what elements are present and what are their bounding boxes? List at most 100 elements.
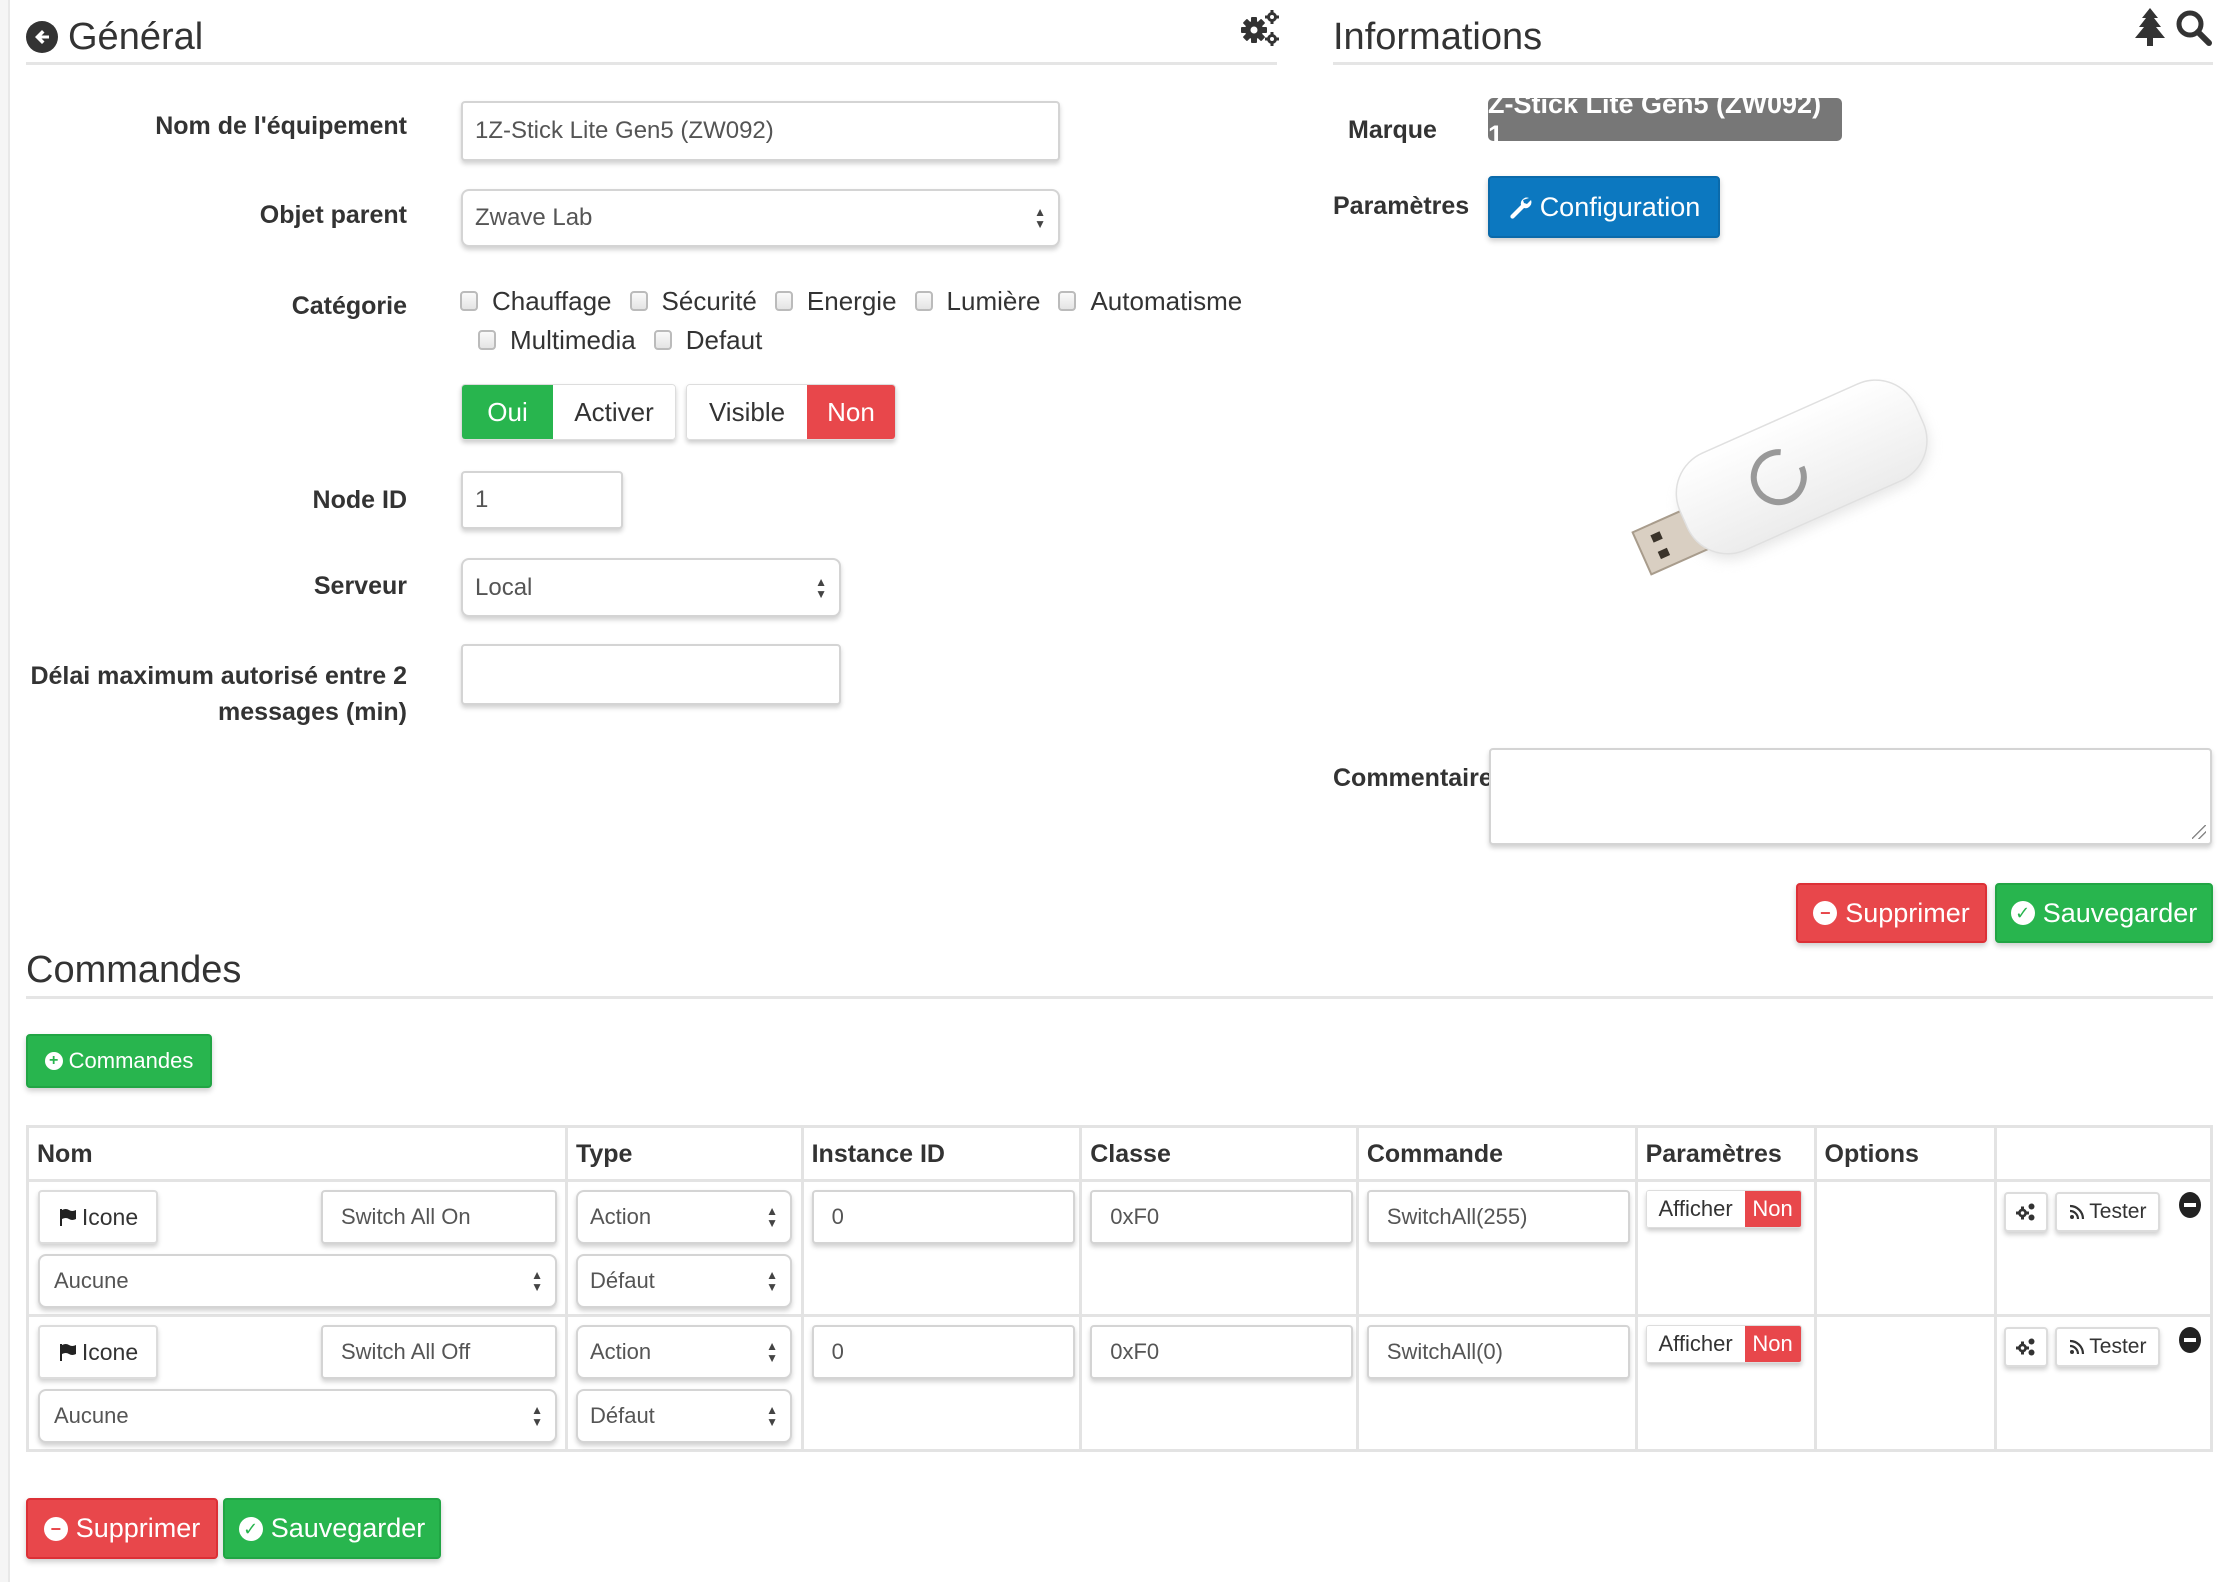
column-header-commande: Commande xyxy=(1355,1125,1638,1182)
instance-id-input[interactable]: 0 xyxy=(811,1325,1075,1379)
general-section-title: Général xyxy=(26,12,203,62)
icon-button[interactable]: Icone xyxy=(38,1325,158,1379)
category-multimedia[interactable]: Multimedia xyxy=(478,325,636,356)
equipment-name-input[interactable]: 1Z-Stick Lite Gen5 (ZW092) xyxy=(461,101,1060,161)
category-label: Catégorie xyxy=(291,292,407,320)
flag-icon xyxy=(58,1207,78,1227)
brand-label: Marque xyxy=(1348,116,1437,144)
type-select[interactable]: Action ▲ ▼ xyxy=(575,1190,792,1244)
subtype-select[interactable]: Défaut ▲ ▼ xyxy=(575,1389,792,1443)
node-id-input[interactable]: 1 xyxy=(461,471,623,529)
category-securite[interactable]: Sécurité xyxy=(629,286,757,317)
select-arrows-icon: ▲ ▼ xyxy=(766,1339,778,1365)
cell-classe: 0xF0 xyxy=(1079,1314,1359,1452)
category-chauffage[interactable]: Chauffage xyxy=(460,286,612,317)
advanced-config-button[interactable] xyxy=(2004,1192,2049,1232)
show-toggle[interactable]: Afficher Non xyxy=(1645,1325,1802,1363)
general-title-text: Général xyxy=(68,15,204,58)
enable-label[interactable]: Activer xyxy=(553,385,675,439)
column-header-nom: Nom xyxy=(26,1125,568,1182)
checkbox[interactable] xyxy=(629,291,648,311)
cell-actions: Tester xyxy=(1994,1314,2213,1452)
search-icon[interactable] xyxy=(2176,10,2212,51)
cell-type: Action ▲ ▼ Défaut ▲ ▼ xyxy=(564,1179,804,1317)
info-delete-button[interactable]: − Supprimer xyxy=(1796,883,1987,943)
configuration-button[interactable]: Configuration xyxy=(1488,176,1720,238)
category-defaut[interactable]: Defaut xyxy=(653,325,762,356)
max-delay-input[interactable] xyxy=(461,644,841,705)
arrow-circle-left-icon[interactable] xyxy=(26,21,58,53)
remove-command-icon[interactable] xyxy=(2179,1192,2202,1218)
check-circle-icon: ✓ xyxy=(2010,901,2035,925)
checkbox[interactable] xyxy=(1058,291,1077,311)
column-header-options: Options xyxy=(1813,1125,1998,1182)
category-automatisme[interactable]: Automatisme xyxy=(1058,286,1242,317)
select-arrows-icon: ▲ ▼ xyxy=(766,1268,778,1294)
device-image xyxy=(1580,355,1970,585)
column-header-actions xyxy=(1994,1125,2213,1182)
enable-state[interactable]: Oui xyxy=(462,385,553,439)
class-input[interactable]: 0xF0 xyxy=(1090,1325,1354,1379)
parent-object-value: Zwave Lab xyxy=(475,204,593,231)
cell-parametres: Afficher Non xyxy=(1634,1179,1817,1317)
checkbox[interactable] xyxy=(653,330,672,350)
resize-handle-icon[interactable] xyxy=(2192,825,2206,839)
commands-title-divider xyxy=(26,996,2213,999)
commands-save-button[interactable]: ✓ Sauvegarder xyxy=(223,1498,441,1559)
test-button[interactable]: Tester xyxy=(2055,1192,2161,1232)
subtype-select[interactable]: Défaut ▲ ▼ xyxy=(575,1254,792,1308)
category-lumiere[interactable]: Lumière xyxy=(914,286,1040,317)
cell-instance-id: 0 xyxy=(800,1179,1083,1317)
tree-icon[interactable] xyxy=(2135,8,2165,51)
checkbox[interactable] xyxy=(914,291,933,311)
command-name-input[interactable]: Switch All Off xyxy=(321,1325,557,1379)
select-arrows-icon: ▲ ▼ xyxy=(531,1403,543,1429)
visible-toggle[interactable]: Visible Non xyxy=(686,384,896,440)
column-header-classe: Classe xyxy=(1079,1125,1359,1182)
enable-toggle[interactable]: Oui Activer xyxy=(461,384,676,440)
remove-command-icon[interactable] xyxy=(2179,1327,2202,1353)
flag-icon xyxy=(58,1342,78,1362)
comment-textarea[interactable] xyxy=(1489,748,2212,845)
show-toggle[interactable]: Afficher Non xyxy=(1645,1190,1802,1228)
equipment-name-label: Nom de l'équipement xyxy=(155,112,407,140)
category-energie[interactable]: Energie xyxy=(774,286,897,317)
server-value: Local xyxy=(475,573,533,601)
add-command-button[interactable]: + Commandes xyxy=(26,1034,212,1088)
cell-actions: Tester xyxy=(1994,1179,2213,1317)
cell-commande: SwitchAll(0) xyxy=(1355,1314,1638,1452)
select-arrows-icon: ▲ ▼ xyxy=(531,1268,543,1294)
command-input[interactable]: SwitchAll(0) xyxy=(1366,1325,1630,1379)
test-button[interactable]: Tester xyxy=(2055,1327,2161,1367)
linked-info-select[interactable]: Aucune ▲ ▼ xyxy=(38,1254,557,1308)
parent-object-select[interactable]: Zwave Lab ▲ ▼ xyxy=(461,189,1060,247)
select-arrows-icon: ▲ ▼ xyxy=(766,1403,778,1429)
node-id-label: Node ID xyxy=(312,486,407,514)
column-header-instance-id: Instance ID xyxy=(800,1125,1083,1182)
commands-table: Nom Type Instance ID Classe Commande Par… xyxy=(26,1125,2213,1452)
instance-id-input[interactable]: 0 xyxy=(811,1190,1075,1244)
linked-info-select[interactable]: Aucune ▲ ▼ xyxy=(38,1389,557,1443)
command-name-input[interactable]: Switch All On xyxy=(321,1190,557,1244)
cell-classe: 0xF0 xyxy=(1079,1179,1359,1317)
advanced-config-button[interactable] xyxy=(2004,1327,2049,1367)
gears-icon[interactable] xyxy=(1240,8,1282,53)
server-select[interactable]: Local ▲ ▼ xyxy=(461,558,841,617)
checkbox[interactable] xyxy=(478,330,496,350)
server-label: Serveur xyxy=(313,572,407,600)
icon-button[interactable]: Icone xyxy=(38,1190,158,1244)
table-row: Icone Switch All On Aucune ▲ ▼ Action ▲ ▼ … xyxy=(26,1179,2213,1317)
info-save-button[interactable]: ✓ Sauvegarder xyxy=(1995,883,2213,943)
type-select[interactable]: Action ▲ ▼ xyxy=(575,1325,792,1379)
check-circle-icon: ✓ xyxy=(238,1516,263,1541)
commands-delete-button[interactable]: − Supprimer xyxy=(26,1498,218,1559)
checkbox[interactable] xyxy=(460,291,478,311)
command-input[interactable]: SwitchAll(255) xyxy=(1366,1190,1630,1244)
visible-label[interactable]: Visible xyxy=(687,385,807,439)
class-input[interactable]: 0xF0 xyxy=(1090,1190,1354,1244)
checkbox[interactable] xyxy=(774,291,793,311)
node-id-value: 1 xyxy=(475,486,489,513)
brand-badge: Z-Stick Lite Gen5 (ZW092) 1 xyxy=(1488,89,1842,150)
configuration-button-label: Configuration xyxy=(1539,191,1701,222)
visible-state[interactable]: Non xyxy=(807,385,895,439)
